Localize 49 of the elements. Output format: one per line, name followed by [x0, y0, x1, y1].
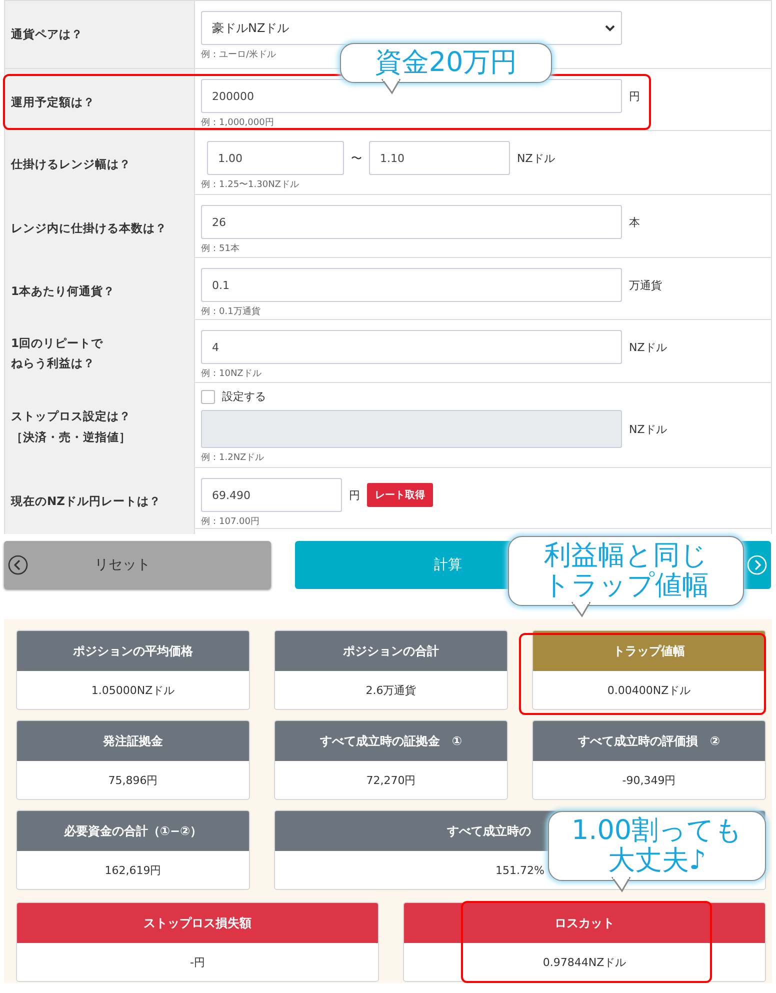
unit-label: 円 [349, 488, 360, 502]
field-label: ストップロス設定は？ [11, 408, 131, 426]
field-label: 運用予定額は？ [11, 94, 95, 111]
card-header: ポジションの合計 [275, 631, 507, 671]
field-label: 1回のリピートで [11, 334, 104, 352]
example-hint: 例：1.25〜1.30NZドル [201, 179, 300, 191]
example-hint: 例：1.2NZドル [201, 452, 266, 464]
field-label: 通貨ペアは？ [11, 26, 83, 44]
card-value: 2.6万通貨 [366, 682, 416, 698]
checkbox-label: 設定する [222, 389, 266, 404]
unit-label: 本 [629, 214, 640, 230]
card-value: 162,619円 [104, 862, 162, 878]
field-label: 仕掛けるレンジ幅は？ [11, 156, 131, 173]
field-label: レンジ内に仕掛ける本数は？ [11, 220, 167, 237]
unit-label: 円 [629, 88, 640, 104]
card-header: ロスカット [404, 903, 765, 943]
example-hint: 例：107.00円 [201, 516, 260, 528]
card-value: 1.05000NZドル [91, 682, 175, 698]
card-value: 0.00400NZドル [607, 682, 691, 698]
card-header: すべて成立時の評価損 ② [533, 721, 765, 761]
card-value: 72,270円 [366, 772, 416, 788]
unit-label: 万通貨 [629, 278, 662, 292]
example-hint: 例：0.1万通貨 [201, 306, 262, 318]
example-hint: 例：51本 [201, 242, 240, 255]
field-label: ねらう利益は？ [11, 355, 95, 372]
card-header: ポジションの平均価格 [17, 631, 249, 671]
field-label: 現在のNZドル円レートは？ [11, 492, 161, 510]
card-header: すべて成立時の証拠金 ① [275, 721, 507, 761]
card-value: 0.97844NZドル [542, 954, 626, 970]
range-separator: 〜 [351, 150, 362, 166]
example-hint: 例：10NZドル [201, 368, 262, 380]
card-value: -円 [190, 954, 205, 970]
card-header: 必要資金の合計（①−②） [17, 811, 249, 851]
example-hint: 例：1,000,000円 [201, 117, 275, 129]
field-label: 1本あたり何通貨？ [11, 282, 116, 300]
callout-text: 利益幅と同じ [544, 541, 708, 571]
callout-text: 資金20万円 [374, 48, 518, 78]
card-value: -90,349円 [622, 772, 676, 788]
card-value: 151.72% [496, 864, 544, 876]
callout-text: トラップ値幅 [543, 571, 709, 602]
card-header: 発注証拠金 [17, 721, 249, 761]
unit-label: NZドル [629, 340, 667, 354]
unit-label: NZドル [517, 150, 555, 166]
card-header: ストップロス損失額 [17, 903, 378, 943]
unit-label: NZドル [629, 422, 667, 436]
card-value: 75,896円 [108, 772, 158, 788]
card-header: トラップ値幅 [533, 631, 765, 671]
callout-text: 1.00割っても [571, 816, 743, 846]
field-label: ［決済・売・逆指値］ [11, 428, 131, 446]
